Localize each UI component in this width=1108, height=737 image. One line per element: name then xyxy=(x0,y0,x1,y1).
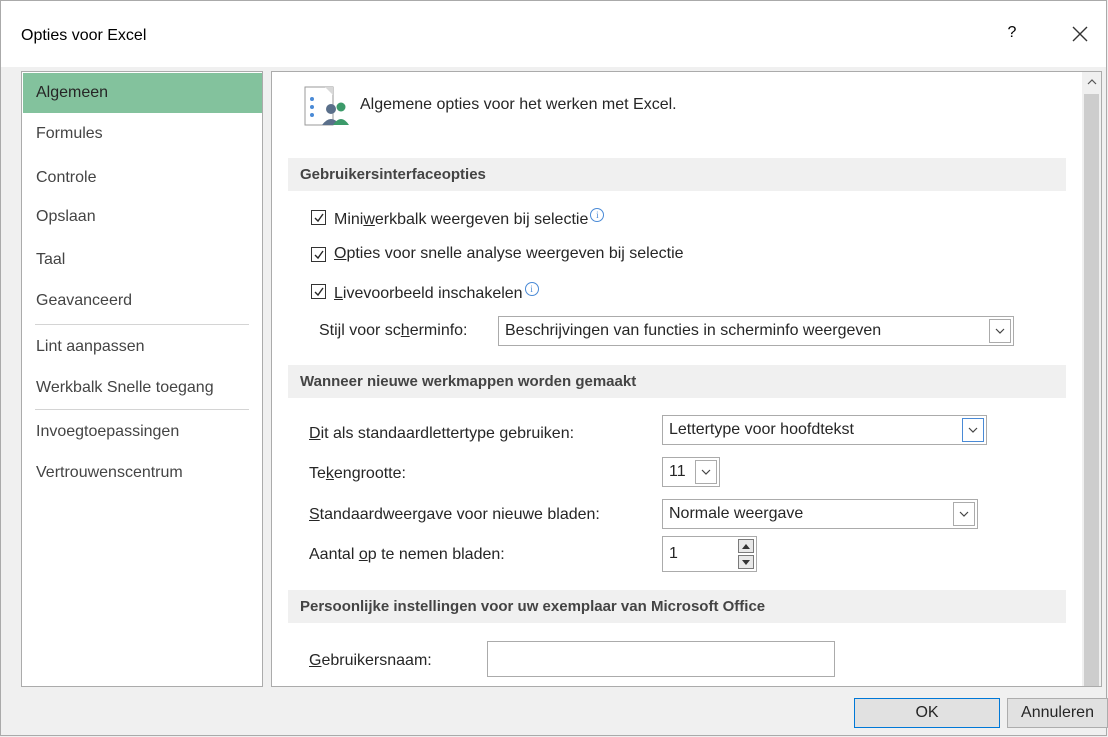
dropdown-button[interactable] xyxy=(962,418,984,442)
default-view-label: Standaardweergave voor nieuwe bladen: xyxy=(309,506,600,523)
quick-analysis-label: Opties voor snelle analyse weergeven bij… xyxy=(334,245,684,262)
info-icon[interactable]: i xyxy=(524,282,539,296)
section-header-personal: Persoonlijke instellingen voor uw exempl… xyxy=(288,590,1066,623)
default-view-select[interactable]: Normale weergave xyxy=(662,499,978,529)
screentip-style-select[interactable]: Beschrijvingen van functies in scherminf… xyxy=(498,316,1014,346)
options-panel: Algemene opties voor het werken met Exce… xyxy=(271,71,1102,687)
checkmark-icon xyxy=(314,213,324,223)
close-icon xyxy=(1072,26,1088,42)
nav-divider xyxy=(35,409,249,410)
nav-item-werkbalk-snelle-toegang[interactable]: Werkbalk Snelle toegang xyxy=(23,368,262,408)
scroll-up-button[interactable] xyxy=(1082,72,1101,92)
dropdown-button[interactable] xyxy=(989,319,1011,343)
chevron-down-icon xyxy=(959,511,969,517)
dropdown-button[interactable] xyxy=(695,460,717,484)
sheet-count-value: 1 xyxy=(669,545,678,562)
general-options-icon xyxy=(304,86,349,126)
chevron-down-icon xyxy=(701,469,711,475)
options-dialog: Opties voor Excel ? Algemeen Formules Co… xyxy=(0,0,1108,736)
section-header-new-workbooks: Wanneer nieuwe werkmappen worden gemaakt xyxy=(288,365,1066,398)
sheet-count-stepper[interactable]: 1 xyxy=(662,536,757,572)
font-size-label: Tekengrootte: xyxy=(309,465,406,482)
quick-analysis-checkbox[interactable] xyxy=(311,247,326,262)
live-preview-label: Livevoorbeeld inschakelen i xyxy=(334,282,539,303)
dropdown-button[interactable] xyxy=(953,502,975,526)
chevron-down-icon xyxy=(968,427,978,433)
font-size-select[interactable]: 11 xyxy=(662,457,720,487)
default-font-value: Lettertype voor hoofdtekst xyxy=(669,421,854,438)
nav-item-algemeen[interactable]: Algemeen xyxy=(23,73,262,113)
checkmark-icon xyxy=(314,287,324,297)
page-title: Algemene opties voor het werken met Exce… xyxy=(360,96,677,113)
nav-item-formules[interactable]: Formules xyxy=(23,114,262,154)
nav-item-vertrouwenscentrum[interactable]: Vertrouwenscentrum xyxy=(23,453,262,493)
nav-divider xyxy=(35,324,249,325)
screentip-style-label: Stijl voor scherminfo: xyxy=(319,322,468,339)
font-size-value: 11 xyxy=(669,463,686,480)
info-icon[interactable]: i xyxy=(590,208,605,222)
chevron-up-icon xyxy=(1087,79,1096,85)
sheet-count-label: Aantal op te nemen bladen: xyxy=(309,546,505,563)
nav-item-geavanceerd[interactable]: Geavanceerd xyxy=(23,281,262,321)
dialog-title: Opties voor Excel xyxy=(21,27,147,44)
decrement-button[interactable] xyxy=(738,555,754,569)
title-bar: Opties voor Excel ? xyxy=(1,1,1106,67)
nav-item-opslaan[interactable]: Opslaan xyxy=(23,197,262,237)
increment-button[interactable] xyxy=(738,539,754,553)
nav-item-taal[interactable]: Taal xyxy=(23,240,262,280)
screentip-style-value: Beschrijvingen van functies in scherminf… xyxy=(505,322,882,339)
mini-toolbar-checkbox[interactable] xyxy=(311,210,326,225)
category-nav: Algemeen Formules Controle Opslaan Taal … xyxy=(21,71,263,687)
username-label: Gebruikersnaam: xyxy=(309,652,432,669)
triangle-down-icon xyxy=(742,559,750,565)
help-button[interactable]: ? xyxy=(1002,21,1022,45)
mini-toolbar-label: Miniwerkbalk weergeven bij selectie i xyxy=(334,208,605,229)
vertical-scrollbar[interactable] xyxy=(1082,72,1101,686)
default-font-label: Dit als standaardlettertype gebruiken: xyxy=(309,425,575,442)
default-view-value: Normale weergave xyxy=(669,505,804,522)
chevron-down-icon xyxy=(995,328,1005,334)
username-input[interactable] xyxy=(487,641,835,677)
ok-button[interactable]: OK xyxy=(854,698,1000,728)
live-preview-checkbox[interactable] xyxy=(311,284,326,299)
triangle-up-icon xyxy=(742,543,750,549)
checkmark-icon xyxy=(314,250,324,260)
nav-item-lint-aanpassen[interactable]: Lint aanpassen xyxy=(23,327,262,367)
default-font-select[interactable]: Lettertype voor hoofdtekst xyxy=(662,415,987,445)
scroll-thumb[interactable] xyxy=(1084,94,1099,686)
nav-item-controle[interactable]: Controle xyxy=(23,158,262,198)
cancel-button[interactable]: Annuleren xyxy=(1007,698,1108,728)
nav-item-invoegtoepassingen[interactable]: Invoegtoepassingen xyxy=(23,412,262,452)
close-button[interactable] xyxy=(1067,21,1093,47)
section-header-ui: Gebruikersinterfaceopties xyxy=(288,158,1066,191)
